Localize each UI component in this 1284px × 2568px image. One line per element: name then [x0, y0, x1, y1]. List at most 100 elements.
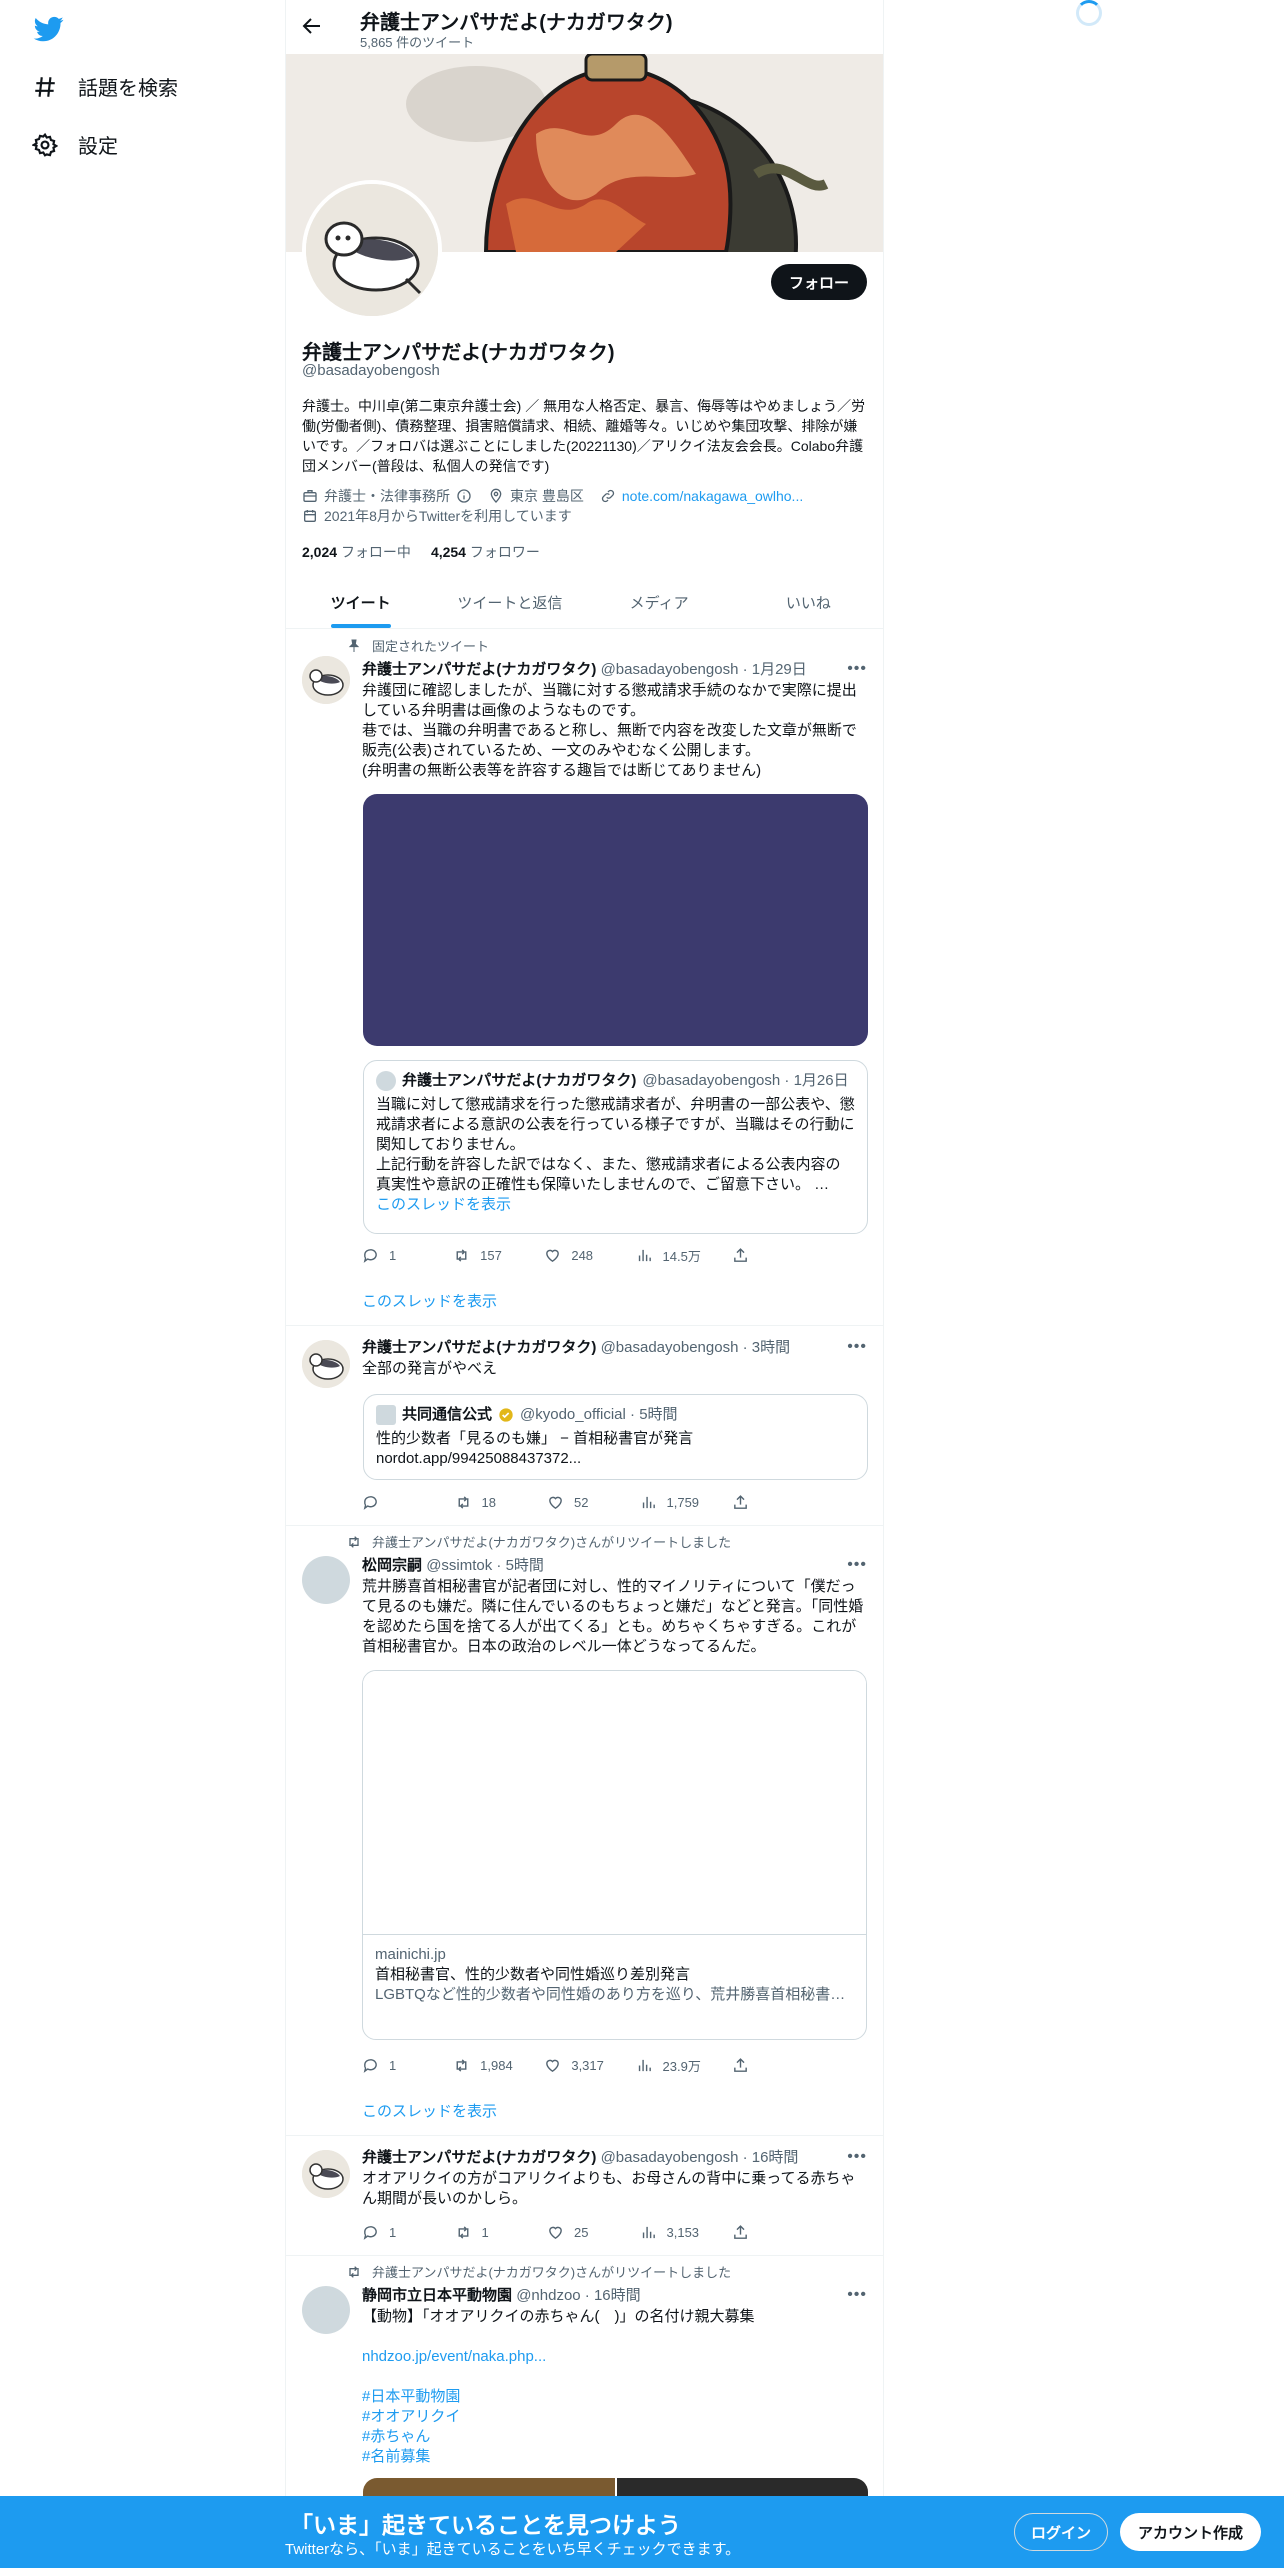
- link-icon: [601, 489, 615, 503]
- sidebar-item-explore[interactable]: 話題を検索: [32, 72, 178, 101]
- quoted-author-avatar: [376, 1071, 396, 1091]
- like-button[interactable]: 248: [544, 1246, 604, 1265]
- like-button[interactable]: 52: [547, 1494, 607, 1511]
- bottom-bar-title: 「いま」起きていることを見つけよう: [290, 2512, 681, 2538]
- tweet-header: 松岡宗嗣 @ssimtok · 5時間: [362, 1557, 544, 1574]
- link-card-title: 首相秘書官、性的少数者や同性婚巡り差別発言: [375, 1966, 691, 1983]
- bar-chart-icon: [642, 2226, 655, 2239]
- retweet-button[interactable]: 1,984: [453, 2056, 513, 2075]
- more-options-icon[interactable]: •••: [847, 1556, 867, 1574]
- hashtag-link[interactable]: #オオアリクイ: [362, 2407, 867, 2427]
- more-options-icon[interactable]: •••: [847, 2148, 867, 2166]
- tab-likes[interactable]: いいね: [734, 576, 883, 628]
- sidebar-item-settings[interactable]: 設定: [32, 130, 118, 159]
- more-options-icon[interactable]: •••: [847, 660, 867, 678]
- bar-chart-icon: [638, 1249, 651, 1262]
- reply-button[interactable]: 1: [362, 2224, 422, 2241]
- login-button[interactable]: ログイン: [1014, 2513, 1109, 2551]
- tweet-author-avatar[interactable]: [302, 2286, 350, 2334]
- profile-category: 弁護士・法律事務所: [324, 488, 450, 504]
- loading-spinner-icon: [1076, 0, 1102, 26]
- sidebar-item-label: 設定: [78, 136, 118, 158]
- tweet-header: 弁護士アンパサだよ(ナカガワタク) @basadayobengosh · 1月2…: [362, 661, 807, 678]
- hashtag-icon: [35, 76, 55, 97]
- show-thread-link[interactable]: このスレッドを表示: [362, 1290, 497, 1311]
- profile-header-bar: 弁護士アンパサだよ(ナカガワタク) 5,865 件のツイート: [286, 0, 883, 54]
- retweet-icon: [349, 2265, 359, 2278]
- tweet-text: 弁護団に確認しましたが、当職に対する懲戒請求手続のなかで実際に提出している弁明書…: [362, 682, 857, 779]
- tweet-retweet[interactable]: 弁護士アンパサだよ(ナカガワタク)さんがリツイートしました 松岡宗嗣 @ssim…: [286, 1526, 883, 2136]
- tab-tweets-and-replies[interactable]: ツイートと返信: [435, 576, 584, 628]
- retweet-indicator: 弁護士アンパサだよ(ナカガワタク)さんがリツイートしました: [346, 1532, 731, 1551]
- more-options-icon[interactable]: •••: [847, 2286, 867, 2304]
- following-link[interactable]: 2,024 フォロー中: [302, 542, 411, 562]
- retweet-button[interactable]: 18: [455, 1494, 515, 1511]
- retweet-button[interactable]: 1: [455, 2224, 515, 2241]
- quoted-tweet-text: 性的少数者「見るのも嫌」 − 首相秘書官が発言 nordot.app/99425…: [376, 1430, 694, 1467]
- quoted-tweet[interactable]: 弁護士アンパサだよ(ナカガワタク) @basadayobengosh · 1月26…: [363, 1060, 868, 1234]
- profile-name: 弁護士アンパサだよ(ナカガワタク): [302, 342, 615, 364]
- briefcase-icon: [303, 490, 317, 502]
- show-thread-link[interactable]: このスレッドを表示: [362, 2100, 497, 2121]
- quoted-tweet-text: 当職に対して懲戒請求を行った懲戒請求者が、弁明書の一部公表や、懲戒請求者による意…: [376, 1096, 855, 1193]
- profile-website-link[interactable]: note.com/nakagawa_owlho...: [622, 488, 803, 504]
- views-button[interactable]: 1,759: [640, 1494, 700, 1511]
- profile-avatar[interactable]: [302, 180, 442, 320]
- retweet-icon: [458, 2226, 468, 2239]
- reply-button[interactable]: 1: [362, 2056, 422, 2075]
- signup-button[interactable]: アカウント作成: [1120, 2513, 1262, 2551]
- bar-chart-icon: [638, 2059, 651, 2072]
- like-button[interactable]: 25: [547, 2224, 607, 2241]
- share-button[interactable]: [732, 1494, 792, 1511]
- reply-button[interactable]: 1: [362, 1246, 422, 1265]
- tab-media[interactable]: メディア: [585, 576, 734, 628]
- like-button[interactable]: 3,317: [544, 2056, 604, 2075]
- quoted-tweet[interactable]: 共同通信公式 @kyodo_official · 5時間 性的少数者「見るのも嫌」…: [363, 1394, 868, 1480]
- views-button[interactable]: 3,153: [640, 2224, 700, 2241]
- retweet-button[interactable]: 157: [453, 1246, 513, 1265]
- tweet-header: 弁護士アンパサだよ(ナカガワタク) @basadayobengosh · 3時間: [362, 1339, 791, 1356]
- tab-tweets[interactable]: ツイート: [286, 576, 435, 628]
- link-card-domain: mainichi.jp: [375, 1946, 446, 1963]
- share-button[interactable]: [732, 1246, 792, 1265]
- tweet-link[interactable]: nhdzoo.jp/event/naka.php...: [362, 2347, 867, 2367]
- tweet-author-avatar[interactable]: [302, 656, 350, 704]
- followers-link[interactable]: 4,254 フォロワー: [431, 542, 540, 562]
- back-arrow-icon[interactable]: [300, 14, 324, 38]
- more-options-icon[interactable]: •••: [847, 1338, 867, 1356]
- share-button[interactable]: [732, 2056, 792, 2075]
- location-pin-icon: [490, 488, 502, 503]
- views-button[interactable]: 14.5万: [636, 1246, 701, 1265]
- reply-icon: [363, 2226, 377, 2240]
- link-card[interactable]: mainichi.jp 首相秘書官、性的少数者や同性婚巡り差別発言 LGBTQな…: [362, 1670, 867, 2040]
- follow-button[interactable]: フォロー: [770, 264, 867, 300]
- hashtag-link[interactable]: #赤ちゃん: [362, 2427, 867, 2447]
- share-button[interactable]: [732, 2224, 792, 2241]
- tweet-content: 静岡市立日本平動物園 @nhdzoo · 16時間 【動物】「オオアリクイの赤ち…: [362, 2284, 867, 2467]
- views-button[interactable]: 23.9万: [636, 2056, 701, 2075]
- info-icon[interactable]: [456, 488, 472, 504]
- reply-button[interactable]: [362, 1494, 422, 1511]
- tweet-author-avatar[interactable]: [302, 1340, 350, 1388]
- quoted-show-thread-link[interactable]: このスレッドを表示: [376, 1195, 855, 1215]
- profile-location: 東京 豊島区: [510, 488, 584, 504]
- twitter-bird-icon[interactable]: [32, 14, 66, 44]
- sidebar-item-label: 話題を検索: [78, 78, 178, 100]
- profile-follow-stats: 2,024 フォロー中 4,254 フォロワー: [302, 542, 540, 562]
- tweet[interactable]: 弁護士アンパサだよ(ナカガワタク) @basadayobengosh · 3時間…: [286, 1326, 883, 1526]
- reply-icon: [363, 1496, 377, 1510]
- tweet-actions: 1 1 25 3,153: [362, 2224, 792, 2241]
- verified-badge-icon: [499, 1408, 513, 1422]
- tweet-author-avatar[interactable]: [302, 2150, 350, 2198]
- tweet[interactable]: 弁護士アンパサだよ(ナカガワタク) @basadayobengosh · 16時…: [286, 2136, 883, 2256]
- hashtag-link[interactable]: #名前募集: [362, 2447, 867, 2467]
- share-icon: [734, 2225, 747, 2239]
- tweet-text: 荒井勝喜首相秘書官が記者団に対し、性的マイノリティについて「僕だって見るのも嫌だ…: [362, 1578, 864, 1655]
- tweet-count: 5,865 件のツイート: [360, 35, 475, 50]
- hashtag-link[interactable]: #日本平動物園: [362, 2387, 867, 2407]
- tweet-image[interactable]: [363, 794, 868, 1046]
- tweet-pinned[interactable]: 固定されたツイート 弁護士アンパサだよ(ナカガワタク) @basadayoben…: [286, 630, 883, 1326]
- heart-icon: [546, 1249, 560, 1263]
- tweet-author-avatar[interactable]: [302, 1556, 350, 1604]
- profile-joined-row: 2021年8月からTwitterを利用しています: [302, 506, 572, 526]
